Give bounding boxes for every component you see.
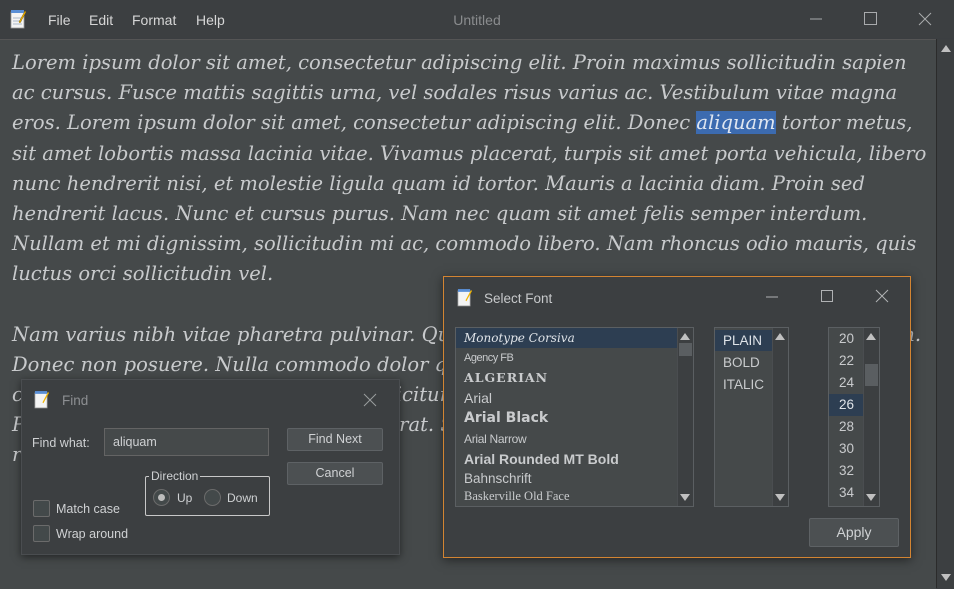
scroll-down-icon[interactable]	[680, 494, 690, 501]
direction-up-label: Up	[177, 491, 193, 505]
font-close-icon[interactable]	[874, 288, 890, 304]
notepad-dialog-icon	[34, 391, 49, 409]
minimize-icon[interactable]	[803, 8, 829, 30]
scroll-down-icon[interactable]	[866, 494, 876, 501]
direction-down-label: Down	[227, 491, 258, 505]
cancel-button[interactable]: Cancel	[287, 462, 383, 485]
font-item-algerian[interactable]: ALGERIAN	[456, 368, 693, 388]
font-item-baskerville[interactable]: Baskerville Old Face	[456, 487, 693, 505]
font-item-arial-narrow[interactable]: Arial Narrow	[456, 429, 693, 449]
size-list-scrollbar[interactable]	[863, 328, 879, 506]
find-dialog-title: Find	[62, 393, 89, 408]
select-font-dialog: Select Font Monotype Corsiva Agency FB A…	[443, 276, 911, 558]
find-close-icon[interactable]	[362, 392, 378, 408]
font-item-arial-rounded[interactable]: Arial Rounded MT Bold	[456, 449, 693, 469]
font-style-list[interactable]: PLAIN BOLD ITALIC	[714, 327, 789, 507]
scroll-up-icon[interactable]	[775, 333, 785, 340]
font-size-list[interactable]: 20 22 24 26 28 30 32 34	[828, 327, 880, 507]
paragraph-1: Lorem ipsum dolor sit amet, consectetur …	[12, 51, 927, 286]
style-item-plain[interactable]: PLAIN	[715, 330, 773, 351]
match-case-label: Match case	[56, 502, 120, 516]
scroll-thumb[interactable]	[679, 343, 692, 356]
apply-button[interactable]: Apply	[809, 518, 899, 547]
wrap-around-label: Wrap around	[56, 527, 129, 541]
scroll-down-icon[interactable]	[775, 494, 785, 501]
notepad-dialog-icon	[457, 289, 472, 307]
font-item-arial-black[interactable]: Arial Black	[456, 408, 693, 429]
title-bar: File Edit Format Help Untitled	[0, 0, 954, 38]
search-match-highlight: aliquam	[696, 111, 776, 135]
find-what-input[interactable]	[104, 428, 269, 456]
font-item-bahnschrift[interactable]: Bahnschrift	[456, 469, 693, 489]
font-family-list[interactable]: Monotype Corsiva Agency FB ALGERIAN Aria…	[455, 327, 694, 507]
editor-vertical-scrollbar[interactable]	[936, 39, 954, 588]
match-case-checkbox[interactable]	[33, 500, 50, 517]
find-next-button[interactable]: Find Next	[287, 428, 383, 451]
find-what-label: Find what:	[32, 436, 90, 450]
radio-selected-dot	[158, 494, 165, 501]
style-list-scrollbar[interactable]	[772, 328, 788, 506]
scroll-up-icon[interactable]	[680, 333, 690, 340]
find-dialog: Find Find what: Find Next Cancel Directi…	[21, 379, 400, 555]
wrap-around-checkbox[interactable]	[33, 525, 50, 542]
font-item-monotype-corsiva[interactable]: Monotype Corsiva	[456, 328, 693, 348]
font-minimize-icon[interactable]	[764, 289, 780, 305]
font-maximize-icon[interactable]	[819, 288, 835, 304]
font-list-scrollbar[interactable]	[677, 328, 693, 506]
scroll-down-icon[interactable]	[941, 574, 951, 581]
font-item-agency-fb[interactable]: Agency FB	[456, 348, 693, 368]
size-item-selected[interactable]: 26	[829, 394, 863, 416]
direction-up-radio[interactable]	[153, 489, 170, 506]
maximize-icon[interactable]	[857, 8, 883, 30]
scroll-thumb[interactable]	[865, 364, 878, 386]
close-icon[interactable]	[912, 8, 938, 30]
direction-down-radio[interactable]	[204, 489, 221, 506]
scroll-up-icon[interactable]	[866, 333, 876, 340]
select-font-title: Select Font	[484, 291, 553, 306]
font-item-arial[interactable]: Arial	[456, 388, 693, 408]
direction-label: Direction	[149, 469, 201, 483]
scroll-up-icon[interactable]	[941, 45, 951, 52]
